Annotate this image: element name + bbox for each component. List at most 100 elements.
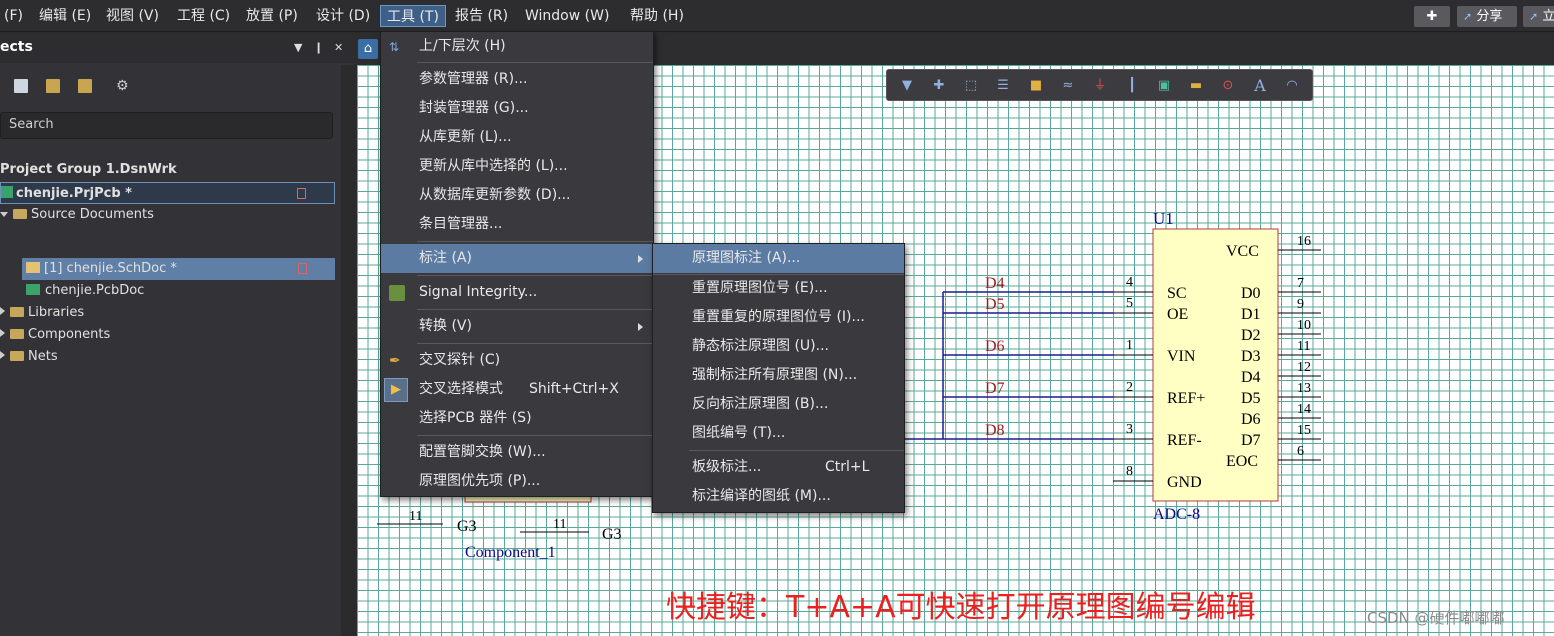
pin-icon[interactable]: ❙ <box>314 41 323 54</box>
arrow-icon: ➚ <box>1463 10 1473 23</box>
menu-file[interactable]: (F) <box>0 5 29 27</box>
menu-item-label: 封装管理器 (G)... <box>419 100 529 116</box>
modified-doc-icon <box>298 263 307 274</box>
tree-project-group[interactable]: Project Group 1.DsnWrk <box>0 159 177 181</box>
menu-design[interactable]: 设计 (D) <box>310 5 376 27</box>
menu-item-configure-pin-swapping[interactable]: 配置管脚交换 (W)... <box>381 438 653 467</box>
net-label-d5[interactable]: D5 <box>985 296 1005 313</box>
menu-view[interactable]: 视图 (V) <box>100 5 165 27</box>
panel-splitter[interactable] <box>341 65 357 636</box>
menu-tools[interactable]: 工具 (T) <box>380 5 446 27</box>
menu-item-parameter-manager[interactable]: 参数管理器 (R)... <box>381 65 653 94</box>
menu-item-update-parameters-from-db[interactable]: 从数据库更新参数 (D)... <box>381 181 653 210</box>
menu-item-footprint-manager[interactable]: 封装管理器 (G)... <box>381 94 653 123</box>
submenu-item-annotate-quietly[interactable]: 静态标注原理图 (U)... <box>653 332 904 361</box>
menu-item-cross-probe[interactable]: ✒ 交叉探针 (C) <box>381 346 653 375</box>
submenu-item-board-level-annotate[interactable]: 板级标注... Ctrl+L <box>653 453 904 482</box>
menu-item-select-pcb-components[interactable]: 选择PCB 器件 (S) <box>381 404 653 433</box>
tree-project[interactable]: chenjie.PrjPcb * <box>0 182 335 204</box>
net-label-g3[interactable]: G3 <box>602 526 622 543</box>
notification-button[interactable]: ✚ <box>1414 6 1450 27</box>
arc-icon[interactable]: ◠ <box>1284 78 1300 94</box>
close-icon[interactable]: ✕ <box>334 41 343 54</box>
directive-icon[interactable]: ⊙ <box>1220 78 1236 94</box>
tree-label: Source Documents <box>31 207 154 222</box>
menu-item-sheet-hierarchy[interactable]: ⇅ 上/下层次 (H) <box>381 32 653 61</box>
tree-components[interactable]: Components <box>0 324 110 346</box>
submenu-item-back-annotate[interactable]: 反向标注原理图 (B)... <box>653 390 904 419</box>
submenu-item-number-sheets[interactable]: 图纸编号 (T)... <box>653 419 904 448</box>
documents-icon[interactable] <box>14 79 28 93</box>
menu-item-cross-select-mode[interactable]: ▶ 交叉选择模式 Shift+Ctrl+X <box>381 375 653 404</box>
sheet-symbol-icon[interactable]: ▬ <box>1188 78 1204 94</box>
expand-icon[interactable] <box>0 307 5 315</box>
folder-icon <box>10 329 24 339</box>
projects-toolbar: ⚙ <box>0 71 354 101</box>
pcb-project-icon <box>1 186 13 198</box>
tree-source-documents[interactable]: Source Documents <box>0 204 154 226</box>
menu-edit[interactable]: 编辑 (E) <box>33 5 97 27</box>
open-folder-icon[interactable] <box>46 79 60 93</box>
menu-separator <box>689 450 904 451</box>
menu-reports[interactable]: 报告 (R) <box>449 5 514 27</box>
net-label-d6[interactable]: D6 <box>985 338 1005 355</box>
port-icon[interactable]: ┃ <box>1124 78 1140 94</box>
move-icon[interactable]: ✚ <box>931 78 947 94</box>
pin-name: REF- <box>1167 432 1202 449</box>
menu-project[interactable]: 工程 (C) <box>171 5 236 27</box>
menu-item-label: 静态标注原理图 (U)... <box>692 338 829 354</box>
tree-libraries[interactable]: Libraries <box>0 302 84 324</box>
menu-item-convert[interactable]: 转换 (V) <box>381 312 653 341</box>
wires <box>905 291 1113 440</box>
component-icon[interactable]: ■ <box>1028 78 1044 94</box>
select-rect-icon[interactable]: ⬚ <box>963 78 979 94</box>
net-label-d7[interactable]: D7 <box>985 380 1005 397</box>
expand-icon[interactable] <box>0 329 5 337</box>
net-label-d8[interactable]: D8 <box>985 422 1005 439</box>
tree-nets[interactable]: Nets <box>0 346 58 368</box>
net-label-d4[interactable]: D4 <box>985 275 1005 292</box>
panel-dropdown-icon[interactable]: ▼ <box>294 41 302 54</box>
net-label-g3[interactable]: G3 <box>457 518 477 535</box>
harness-icon[interactable]: ▣ <box>1156 78 1172 94</box>
expand-icon[interactable] <box>0 212 8 217</box>
tree-schdoc[interactable]: [1] chenjie.SchDoc * <box>22 258 335 280</box>
menu-item-update-from-library[interactable]: 从库更新 (L)... <box>381 123 653 152</box>
folder-icon <box>10 351 24 361</box>
filter-icon[interactable]: ▼ <box>899 78 915 94</box>
home-tab[interactable]: ⌂ <box>358 39 378 59</box>
menu-item-label: 从库更新 (L)... <box>419 129 512 145</box>
search-input[interactable]: Search <box>0 112 333 139</box>
menu-place[interactable]: 放置 (P) <box>240 5 304 27</box>
menu-item-schematic-preferences[interactable]: 原理图优先项 (P)... <box>381 467 653 496</box>
submenu-item-force-annotate-all[interactable]: 强制标注所有原理图 (N)... <box>653 361 904 390</box>
menu-item-label: 标注 (A) <box>419 250 472 266</box>
tree-label: [1] chenjie.SchDoc * <box>44 261 177 276</box>
expand-icon[interactable] <box>0 351 5 359</box>
account-button[interactable]: ➚ 立 <box>1523 6 1554 27</box>
submenu-item-reset-duplicate-designators[interactable]: 重置重复的原理图位号 (I)... <box>653 303 904 332</box>
folder-settings-icon[interactable] <box>78 79 92 93</box>
menu-item-signal-integrity[interactable]: Signal Integrity... <box>381 278 653 307</box>
share-button[interactable]: ➚ 分享 <box>1457 6 1517 27</box>
shortcut-annotation-text: 快捷键：T+A+A可快速打开原理图编号编辑 <box>666 590 1256 625</box>
menu-item-update-selected-from-library[interactable]: 更新从库中选择的 (L)... <box>381 152 653 181</box>
menu-item-annotation[interactable]: 标注 (A) <box>381 244 653 273</box>
menu-item-item-manager[interactable]: 条目管理器... <box>381 210 653 239</box>
component-body[interactable] <box>1152 228 1279 502</box>
tree-pcbdoc[interactable]: chenjie.PcbDoc <box>26 280 144 302</box>
submenu-item-annotate-compiled-sheets[interactable]: 标注编译的图纸 (M)... <box>653 482 904 511</box>
cross-probe-icon: ✒ <box>389 353 401 369</box>
text-icon[interactable]: A <box>1252 78 1268 94</box>
component-designator: U1 <box>1153 209 1174 228</box>
ground-icon[interactable]: ⏚ <box>1092 78 1108 94</box>
gear-icon[interactable]: ⚙ <box>116 79 130 93</box>
pin-number: 10 <box>1297 318 1311 333</box>
wire-icon[interactable]: ≈ <box>1060 78 1076 94</box>
submenu-item-annotate-schematics[interactable]: 原理图标注 (A)... <box>653 244 904 273</box>
menu-help[interactable]: 帮助 (H) <box>624 5 690 27</box>
align-icon[interactable]: ☰ <box>995 78 1011 94</box>
menu-item-label: 交叉探针 (C) <box>419 352 501 368</box>
submenu-item-reset-designators[interactable]: 重置原理图位号 (E)... <box>653 274 904 303</box>
menu-window[interactable]: Window (W) <box>519 5 615 27</box>
